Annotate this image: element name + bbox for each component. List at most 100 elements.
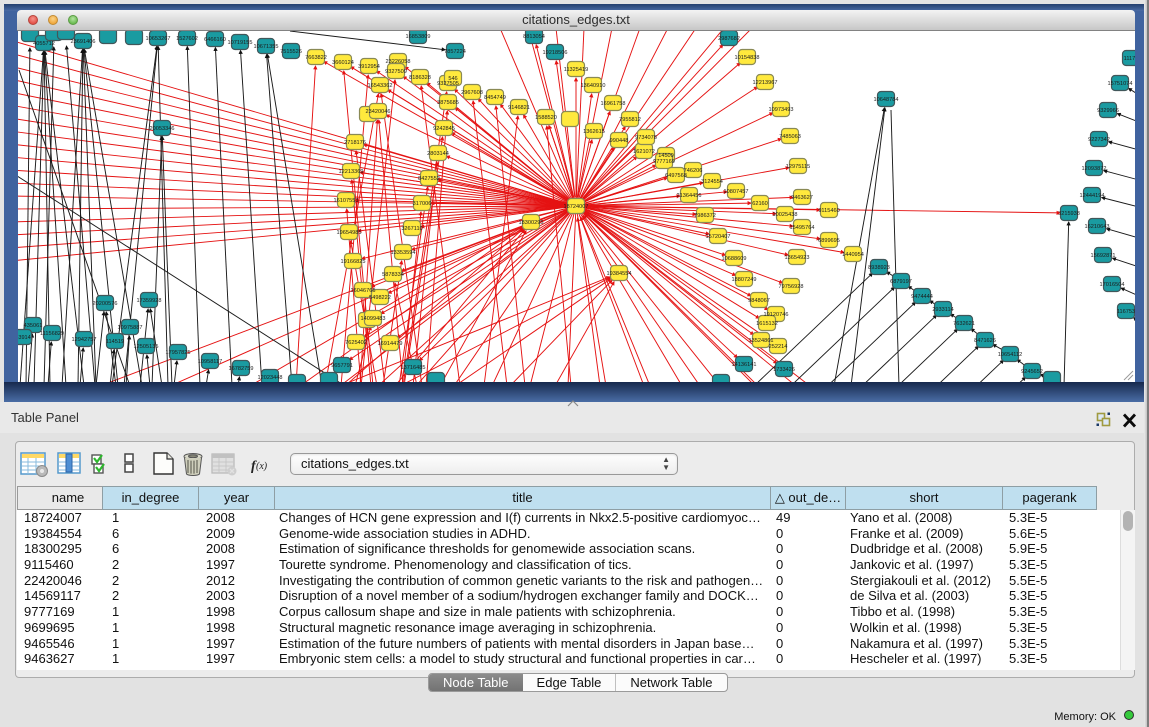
svg-text:317006: 317006 bbox=[413, 201, 432, 207]
svg-text:10975887: 10975887 bbox=[118, 325, 143, 331]
svg-text:1588520: 1588520 bbox=[535, 115, 557, 121]
svg-text:5498222: 5498222 bbox=[369, 295, 391, 301]
svg-text:14136141: 14136141 bbox=[732, 362, 757, 368]
svg-text:62160: 62160 bbox=[752, 201, 768, 207]
svg-text:8938923: 8938923 bbox=[868, 265, 890, 271]
svg-text:6466160: 6466160 bbox=[204, 37, 226, 43]
svg-text:16782759: 16782759 bbox=[229, 366, 254, 372]
svg-text:23226058: 23226058 bbox=[386, 59, 411, 65]
svg-text:9327509: 9327509 bbox=[385, 69, 407, 75]
svg-text:19120746: 19120746 bbox=[764, 312, 789, 318]
svg-text:9463627: 9463627 bbox=[791, 195, 813, 201]
svg-text:10973493: 10973493 bbox=[769, 107, 794, 113]
svg-text:9848067: 9848067 bbox=[748, 298, 770, 304]
svg-text:5878334: 5878334 bbox=[382, 272, 404, 278]
svg-text:114519: 114519 bbox=[106, 339, 124, 345]
svg-text:10648784: 10648784 bbox=[874, 97, 899, 103]
svg-text:16543362: 16543362 bbox=[368, 83, 393, 89]
svg-text:18807249: 18807249 bbox=[732, 277, 757, 283]
svg-text:16210643: 16210643 bbox=[1085, 224, 1110, 230]
svg-text:19384554: 19384554 bbox=[607, 271, 632, 277]
svg-text:6879197: 6879197 bbox=[890, 279, 912, 285]
svg-text:7515526: 7515526 bbox=[280, 49, 302, 55]
svg-text:2803144: 2803144 bbox=[427, 151, 449, 157]
svg-text:1362615: 1362615 bbox=[583, 129, 605, 135]
svg-text:20200576: 20200576 bbox=[93, 301, 118, 307]
svg-text:16853809: 16853809 bbox=[406, 34, 431, 40]
svg-text:435061: 435061 bbox=[24, 323, 43, 329]
svg-text:7485063: 7485063 bbox=[779, 134, 801, 140]
svg-text:8186328: 8186328 bbox=[409, 75, 431, 81]
svg-text:4055712: 4055712 bbox=[33, 41, 55, 47]
svg-text:2987682: 2987682 bbox=[718, 36, 740, 42]
svg-text:8427552: 8427552 bbox=[418, 176, 440, 182]
svg-text:252214: 252214 bbox=[769, 344, 788, 350]
svg-text:9146821: 9146821 bbox=[508, 105, 530, 111]
svg-text:3215938: 3215938 bbox=[1058, 211, 1080, 217]
svg-text:3124554: 3124554 bbox=[701, 179, 723, 185]
svg-text:10688609: 10688609 bbox=[722, 256, 747, 262]
svg-text:10807457: 10807457 bbox=[724, 189, 749, 195]
svg-text:7955812: 7955812 bbox=[619, 117, 641, 123]
svg-text:13654923: 13654923 bbox=[785, 255, 810, 261]
svg-text:79756928: 79756928 bbox=[779, 284, 804, 290]
svg-text:3875685: 3875685 bbox=[437, 100, 459, 106]
svg-text:1615132: 1615132 bbox=[756, 321, 778, 327]
svg-text:8813054: 8813054 bbox=[523, 34, 545, 40]
svg-text:1733426: 1733426 bbox=[773, 367, 795, 373]
svg-text:16914479: 16914479 bbox=[378, 341, 403, 347]
svg-text:13716485: 13716485 bbox=[401, 365, 426, 371]
svg-text:43914: 43914 bbox=[18, 335, 31, 341]
svg-text:15751074: 15751074 bbox=[1108, 81, 1133, 87]
svg-text:12975115: 12975115 bbox=[786, 164, 810, 170]
svg-text:7857224: 7857224 bbox=[444, 49, 466, 55]
svg-text:3912954: 3912954 bbox=[358, 64, 380, 70]
svg-text:17016504: 17016504 bbox=[1100, 282, 1125, 288]
svg-text:6899695: 6899695 bbox=[818, 238, 840, 244]
svg-text:12505135: 12505135 bbox=[134, 344, 159, 350]
svg-text:13640910: 13640910 bbox=[581, 83, 606, 89]
svg-text:15692871: 15692871 bbox=[1091, 253, 1116, 259]
svg-text:10654112: 10654112 bbox=[998, 352, 1022, 358]
svg-text:16046766: 16046766 bbox=[351, 288, 376, 294]
svg-text:17957825: 17957825 bbox=[166, 350, 191, 356]
svg-text:2718176: 2718176 bbox=[344, 140, 366, 146]
svg-text:9474444: 9474444 bbox=[911, 294, 933, 300]
svg-text:546: 546 bbox=[448, 76, 457, 82]
svg-text:19218506: 19218506 bbox=[543, 50, 568, 56]
svg-text:1621072: 1621072 bbox=[633, 149, 655, 155]
svg-text:2933114: 2933114 bbox=[932, 307, 953, 313]
svg-text:7986372: 7986372 bbox=[694, 213, 716, 219]
svg-text:11156829: 11156829 bbox=[40, 331, 64, 337]
svg-text:9115460: 9115460 bbox=[818, 208, 839, 214]
svg-text:2967608: 2967608 bbox=[461, 90, 483, 96]
svg-text:13353594: 13353594 bbox=[391, 250, 416, 256]
svg-text:10958117: 10958117 bbox=[198, 359, 222, 365]
svg-text:12213967: 12213967 bbox=[753, 80, 778, 86]
svg-text:12213369: 12213369 bbox=[339, 169, 364, 175]
svg-text:9657791: 9657791 bbox=[331, 363, 353, 369]
svg-text:990448: 990448 bbox=[610, 138, 629, 144]
svg-text:23420046: 23420046 bbox=[366, 109, 391, 115]
svg-text:1440954: 1440954 bbox=[842, 252, 864, 258]
svg-text:10671355: 10671355 bbox=[254, 44, 279, 50]
svg-text:11172: 11172 bbox=[1124, 56, 1135, 62]
svg-text:10719155: 10719155 bbox=[228, 40, 253, 46]
svg-text:12093872: 12093872 bbox=[1082, 166, 1107, 172]
svg-text:7663822: 7663822 bbox=[305, 55, 327, 61]
svg-text:7625402: 7625402 bbox=[345, 340, 367, 346]
svg-text:11325419: 11325419 bbox=[564, 67, 588, 73]
svg-text:17359928: 17359928 bbox=[137, 298, 162, 304]
svg-text:10025438: 10025438 bbox=[773, 212, 798, 218]
svg-text:9777169: 9777169 bbox=[653, 159, 675, 165]
svg-text:12023448: 12023448 bbox=[258, 375, 283, 381]
svg-text:19654985: 19654985 bbox=[337, 230, 362, 236]
svg-text:6497568: 6497568 bbox=[665, 173, 687, 179]
svg-text:15720407: 15720407 bbox=[706, 234, 731, 240]
svg-text:8454749: 8454749 bbox=[484, 95, 506, 101]
svg-text:3660124: 3660124 bbox=[332, 60, 354, 66]
svg-text:9227342: 9227342 bbox=[1088, 137, 1110, 143]
svg-text:9242845: 9242845 bbox=[433, 126, 455, 132]
svg-text:19166825: 19166825 bbox=[341, 259, 366, 265]
svg-text:20053346: 20053346 bbox=[150, 126, 175, 132]
